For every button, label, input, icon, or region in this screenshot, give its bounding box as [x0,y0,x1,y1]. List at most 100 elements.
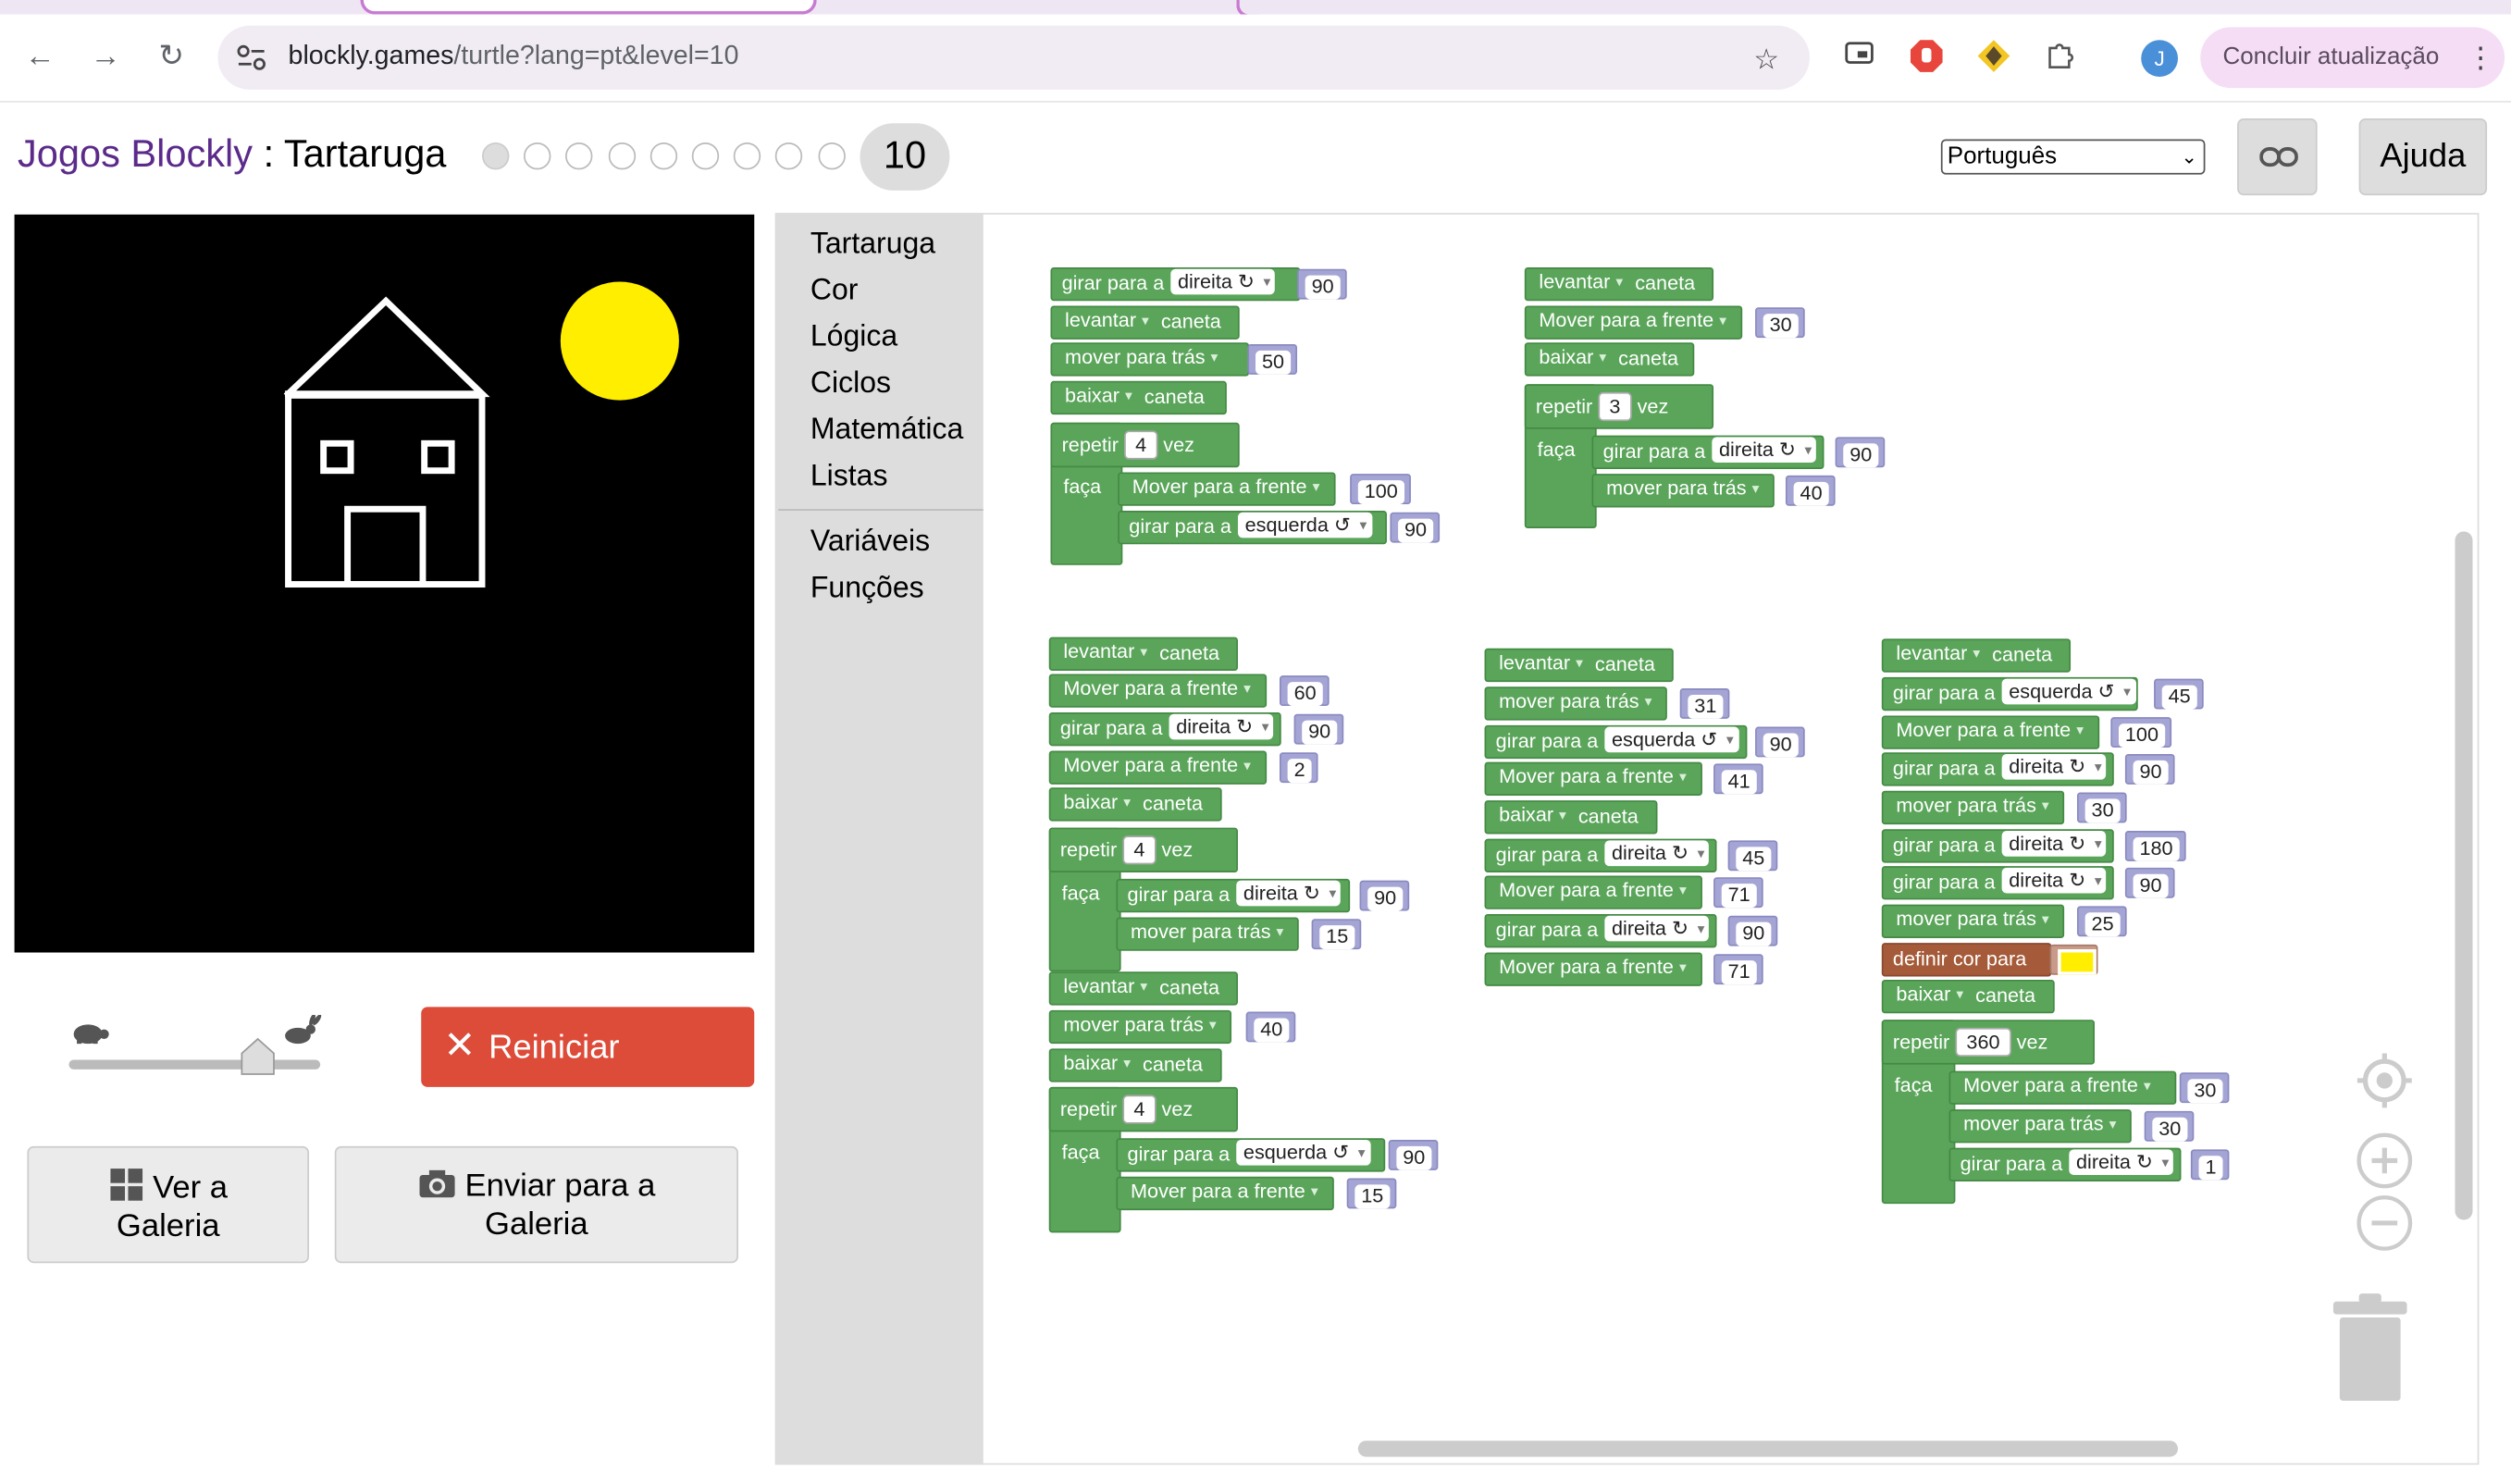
turn-block[interactable]: girar para a direita ↻ [1881,752,2114,786]
repeat-header[interactable]: repetir 360 vez [1881,1020,2096,1065]
number-input[interactable]: 41 [1713,763,1763,795]
set-color-block[interactable]: definir cor para [1881,943,2052,977]
pen-down-block[interactable]: baixar caneta [1484,800,1658,835]
level-dot[interactable] [817,142,846,170]
category-functions[interactable]: Funções [810,570,924,605]
turn-block[interactable]: girar para a direita ↻ [1050,266,1301,302]
speed-slider-thumb[interactable] [240,1037,275,1076]
pen-up-block[interactable]: levantar caneta [1050,305,1240,340]
zoom-in-icon[interactable] [2356,1132,2413,1197]
repeat-count[interactable]: 3 [1598,391,1632,422]
direction-dropdown[interactable]: direita ↻ [2070,1149,2174,1176]
move-backward-block[interactable]: mover para trás [1881,790,2065,825]
profile-avatar[interactable]: J [2141,40,2179,78]
move-dropdown[interactable]: mover para trás [1497,688,1656,714]
turn-block[interactable]: girar para a direita ↻ [1048,711,1281,747]
number-input[interactable]: 71 [1713,954,1763,985]
turn-block[interactable]: girar para a direita ↻ [1948,1147,2182,1181]
move-backward-block[interactable]: mover para trás [1116,917,1299,951]
pen-down-block[interactable]: baixar caneta [1524,342,1695,377]
move-backward-block[interactable]: mover para trás [1050,342,1250,377]
direction-dropdown[interactable]: esquerda ↺ [1238,512,1372,538]
number-input[interactable]: 180 [2124,831,2186,861]
pen-up-block[interactable]: levantar caneta [1048,971,1238,1006]
turn-block[interactable]: girar para a direita ↻ [1881,829,2114,863]
pen-down-block[interactable]: baixar caneta [1048,787,1222,822]
move-dropdown[interactable]: Mover para a frente [1062,675,1256,701]
pen-dropdown[interactable]: levantar [1538,269,1628,295]
number-input[interactable]: 40 [1785,475,1836,506]
category-turtle[interactable]: Tartaruga [810,226,935,261]
move-backward-block[interactable]: mover para trás [1048,1009,1232,1045]
number-input[interactable]: 30 [2179,1072,2230,1104]
category-logic[interactable]: Lógica [810,318,897,353]
move-dropdown[interactable]: Mover para a frente [1129,1179,1323,1205]
move-dropdown[interactable]: Mover para a frente [1131,474,1325,500]
direction-dropdown[interactable]: direita ↻ [1605,840,1710,867]
direction-dropdown[interactable]: direita ↻ [2002,831,2107,857]
pen-dropdown[interactable]: baixar [1063,383,1137,409]
number-input[interactable]: 50 [1247,344,1297,375]
pen-dropdown[interactable]: baixar [1538,344,1612,370]
category-lists[interactable]: Listas [810,458,888,493]
move-dropdown[interactable]: Mover para a frente [1961,1072,2156,1098]
number-input[interactable]: 90 [1390,512,1440,543]
turn-block[interactable]: girar para a direita ↻ [1881,866,2114,900]
app-home-link[interactable]: Jogos Blockly [18,133,253,177]
number-input[interactable]: 90 [2124,867,2175,898]
move-dropdown[interactable]: mover para trás [1895,792,2054,818]
move-dropdown[interactable]: Mover para a frente [1497,763,1691,789]
turn-block[interactable]: girar para a esquerda ↺ [1118,510,1387,545]
pen-up-block[interactable]: levantar caneta [1048,637,1238,671]
number-input[interactable]: 90 [1835,437,1886,468]
move-backward-block[interactable]: mover para trás [1484,686,1667,721]
pen-dropdown[interactable]: levantar [1062,973,1153,999]
level-dot[interactable] [524,142,551,170]
turn-block[interactable]: girar para a esquerda ↺ [1484,724,1748,760]
level-dot[interactable] [608,142,636,170]
pen-down-block[interactable]: baixar caneta [1048,1048,1222,1082]
finish-update-button[interactable]: Concluir atualização [2200,27,2505,89]
active-tab[interactable] [360,0,817,15]
vertical-scrollbar[interactable] [2455,531,2473,1220]
direction-dropdown[interactable]: direita ↻ [1169,713,1274,740]
category-math[interactable]: Matemática [810,412,964,447]
view-gallery-button[interactable]: Ver a Galeria [27,1145,310,1264]
wallet-extension-icon[interactable] [1974,39,2013,78]
category-color[interactable]: Cor [810,272,859,307]
direction-dropdown[interactable]: direita ↻ [1605,915,1710,942]
move-dropdown[interactable]: mover para trás [1895,906,2054,932]
number-input[interactable]: 45 [2154,678,2204,710]
direction-dropdown[interactable]: esquerda ↺ [1605,726,1738,753]
direction-dropdown[interactable]: direita ↻ [2002,753,2107,780]
move-dropdown[interactable]: Mover para a frente [1895,717,2089,743]
number-input[interactable]: 90 [1359,880,1410,911]
language-select[interactable]: Português ⌄ [1940,139,2206,175]
repeat-header[interactable]: repetir 3 vez [1524,384,1714,429]
pen-dropdown[interactable]: baixar [1062,789,1136,815]
move-dropdown[interactable]: Mover para a frente [1538,307,1732,333]
repeat-header[interactable]: repetir 4 vez [1048,1086,1238,1132]
repeat-header[interactable]: repetir 4 vez [1050,422,1240,468]
number-input[interactable]: 60 [1279,675,1330,707]
repeat-count[interactable]: 4 [1122,1094,1157,1124]
repeat-header[interactable]: repetir 4 vez [1048,827,1238,873]
pen-down-block[interactable]: baixar caneta [1050,380,1227,415]
move-forward-block[interactable]: Mover para a frente [1484,761,1702,796]
direction-dropdown[interactable]: esquerda ↺ [1236,1139,1370,1166]
pen-dropdown[interactable]: levantar [1497,650,1588,676]
level-dot[interactable] [775,142,803,170]
bookmark-star-icon[interactable]: ☆ [1747,40,1786,79]
move-dropdown[interactable]: Mover para a frente [1497,954,1691,980]
direction-dropdown[interactable]: direita ↻ [1713,437,1817,464]
level-dot[interactable] [565,142,594,170]
zoom-out-icon[interactable] [2356,1194,2413,1260]
color-picker[interactable] [2049,944,2098,975]
number-input[interactable]: 90 [2124,753,2175,785]
number-input[interactable]: 45 [1727,840,1778,872]
pen-dropdown[interactable]: levantar [1895,640,1985,666]
number-input[interactable]: 30 [2076,792,2127,823]
site-settings-icon[interactable] [235,43,267,72]
adblock-extension-icon[interactable] [1908,39,1947,78]
number-input[interactable]: 90 [1297,268,1347,300]
